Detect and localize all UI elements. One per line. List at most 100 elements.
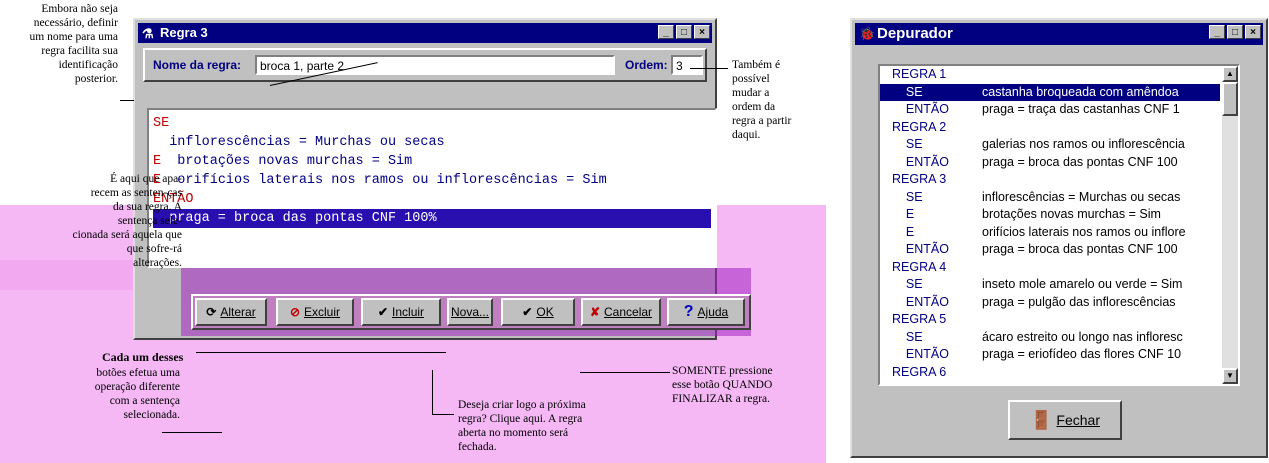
- rule-line[interactable]: E orifícios laterais nos ramos ou inflor…: [153, 171, 711, 190]
- debug-list-item[interactable]: SE galerias nos ramos ou inflorescência: [880, 136, 1220, 154]
- debug-list-item[interactable]: SE inseto mole amarelo ou verde = Sim: [880, 276, 1220, 294]
- debug-list-keyword: E: [892, 224, 915, 239]
- pointer-line-order: [690, 68, 728, 69]
- pointer-line-nova-h: [432, 414, 454, 415]
- regra-window: ⚗ Regra 3 _ □ × Nome da regra: broca 1, …: [133, 18, 751, 340]
- debug-list-keyword: SE: [892, 189, 923, 204]
- rule-line[interactable]: SE: [153, 114, 711, 133]
- debug-list-keyword: SE: [892, 137, 923, 151]
- delete-icon: ⊘: [289, 305, 301, 319]
- rule-keyword: SE: [153, 116, 170, 131]
- debug-list-keyword: ENTÃO: [892, 154, 949, 169]
- check-icon: ✔: [522, 305, 533, 319]
- debug-list-item[interactable]: ENTÃO praga = traça das castanhas CNF 1: [880, 101, 1220, 119]
- name-panel: Nome da regra: broca 1, parte 2 Ordem: 3: [143, 48, 707, 82]
- app-icon: ⚗: [142, 26, 154, 41]
- debug-list-keyword: ENTÃO: [892, 347, 949, 361]
- debug-list-text: ácaro estreito ou longo nas infloresc: [982, 329, 1183, 344]
- debug-list-item[interactable]: ENTÃO praga = pulgão das inflorescências: [880, 294, 1220, 312]
- debug-list[interactable]: REGRA 1 SE castanha broqueada com amêndoa…: [878, 64, 1240, 386]
- debug-list-keyword: E: [892, 207, 915, 221]
- ajuda-button[interactable]: ? Ajuda: [667, 298, 745, 326]
- rule-line[interactable]: E brotações novas murchas = Sim: [153, 152, 711, 171]
- pointer-line-ok: [580, 372, 670, 373]
- debug-list-text: praga = traça das castanhas CNF 1: [982, 102, 1180, 116]
- excluir-button[interactable]: ⊘ Excluir: [276, 298, 354, 326]
- debug-list-keyword: ENTÃO: [892, 242, 949, 256]
- annotation-sentences: É aqui que apa- recem as senten-ças da s…: [72, 173, 182, 269]
- rule-editor[interactable]: SE inflorescências = Murchas ou secas E b…: [147, 108, 717, 268]
- maximize-button[interactable]: □: [676, 25, 692, 39]
- debug-list-item[interactable]: ENTÃO praga = broca das pontas CNF 100: [880, 154, 1220, 172]
- scroll-down-arrow[interactable]: ▼: [1222, 368, 1238, 384]
- debug-list-text: praga = broca das pontas CNF 100: [982, 242, 1178, 256]
- minimize-button[interactable]: _: [1209, 25, 1225, 39]
- rule-text: orifícios laterais nos ramos ou inflores…: [161, 173, 607, 188]
- pointer-line-nova: [432, 370, 433, 414]
- debug-list-item[interactable]: SE inflorescências = Murchas ou secas: [880, 189, 1220, 207]
- incluir-button[interactable]: ✔ Incluir: [361, 298, 441, 326]
- fechar-button[interactable]: 🚪 Fechar: [1008, 400, 1122, 440]
- pointer-line-buttons: [196, 352, 446, 353]
- debug-list-keyword: REGRA 5: [892, 312, 947, 326]
- rule-name-input[interactable]: broca 1, parte 2: [255, 55, 615, 75]
- debug-list-text: castanha broqueada com amêndoa: [982, 84, 1179, 99]
- check-icon: ✔: [377, 305, 389, 319]
- order-label: Ordem:: [625, 58, 668, 72]
- rule-line[interactable]: praga = broca das pontas CNF 100%: [153, 209, 711, 228]
- depurador-window: 🐞 Depurador _ □ × REGRA 1 SE castanha bro…: [850, 18, 1268, 458]
- debug-list-item[interactable]: Eorifícios laterais nos ramos ou inflore: [880, 224, 1220, 242]
- debug-list-item[interactable]: REGRA 1: [880, 66, 1220, 84]
- rule-keyword: E: [153, 154, 162, 169]
- debug-list-item[interactable]: REGRA 3: [880, 171, 1220, 189]
- debug-list-keyword: REGRA 4: [892, 259, 947, 274]
- debug-list-keyword: ENTÃO: [892, 102, 949, 116]
- debug-list-item[interactable]: SE castanha broqueada com amêndoa: [880, 83, 1220, 101]
- depurador-title: Depurador: [877, 25, 953, 42]
- regra-titlebar: ⚗ Regra 3 _ □ ×: [138, 23, 712, 43]
- annotation-rule-name: Embora não seja necessário, definir um n…: [29, 3, 118, 85]
- scrollbar[interactable]: ▲ ▼: [1222, 66, 1238, 384]
- debug-list-item[interactable]: REGRA 4: [880, 259, 1220, 277]
- debug-list-keyword: REGRA 2: [892, 119, 947, 134]
- close-button[interactable]: ×: [1245, 25, 1261, 39]
- debug-list-text: brotações novas murchas = Sim: [982, 207, 1161, 221]
- scroll-thumb[interactable]: [1222, 82, 1238, 116]
- debug-list-item[interactable]: ENTÃO praga = eriofídeo das flores CNF 10: [880, 346, 1220, 364]
- refresh-icon: ⟳: [206, 305, 217, 319]
- debug-list-item[interactable]: REGRA 6: [880, 364, 1220, 382]
- bug-icon: 🐞: [859, 26, 876, 41]
- regra-window-title: Regra 3: [160, 25, 208, 40]
- nova-button[interactable]: Nova...: [447, 298, 493, 326]
- cancel-icon: ✘: [589, 305, 601, 319]
- annotation-buttons: botões efetua uma operação diferente com…: [94, 367, 180, 421]
- rule-line[interactable]: ENTÃO: [153, 190, 711, 209]
- debug-list-keyword: SE: [892, 84, 923, 99]
- minimize-button[interactable]: _: [658, 25, 674, 39]
- debug-list-keyword: SE: [892, 329, 923, 344]
- debug-list-keyword: REGRA 6: [892, 364, 947, 379]
- rule-text: praga = broca das pontas CNF 100%: [153, 211, 437, 226]
- debug-list-text: galerias nos ramos ou inflorescência: [982, 137, 1185, 151]
- debug-list-item[interactable]: SE ácaro estreito ou longo nas infloresc: [880, 329, 1220, 347]
- debug-list-item[interactable]: REGRA 5: [880, 311, 1220, 329]
- debug-list-item[interactable]: REGRA 2: [880, 119, 1220, 137]
- name-label: Nome da regra:: [153, 58, 242, 72]
- debug-list-text: inseto mole amarelo ou verde = Sim: [982, 277, 1183, 291]
- pointer-line-name: [120, 100, 134, 101]
- order-input[interactable]: 3: [671, 55, 703, 75]
- rule-line[interactable]: inflorescências = Murchas ou secas: [153, 133, 711, 152]
- ok-button[interactable]: ✔ OK: [501, 298, 575, 326]
- cancelar-button[interactable]: ✘ Cancelar: [581, 298, 661, 326]
- debug-list-item[interactable]: Ebrotações novas murchas = Sim: [880, 206, 1220, 224]
- debug-list-text: inflorescências = Murchas ou secas: [982, 189, 1181, 204]
- close-button[interactable]: ×: [694, 25, 710, 39]
- scroll-up-arrow[interactable]: ▲: [1222, 66, 1238, 82]
- debug-list-keyword: REGRA 1: [892, 67, 947, 81]
- depurador-titlebar: 🐞 Depurador _ □ ×: [855, 23, 1263, 45]
- debug-list-item[interactable]: ENTÃO praga = broca das pontas CNF 100: [880, 241, 1220, 259]
- debug-list-text: praga = eriofídeo das flores CNF 10: [982, 347, 1182, 361]
- alterar-button[interactable]: ⟳ Alterar: [195, 298, 267, 326]
- debug-list-keyword: ENTÃO: [892, 294, 949, 309]
- maximize-button[interactable]: □: [1227, 25, 1243, 39]
